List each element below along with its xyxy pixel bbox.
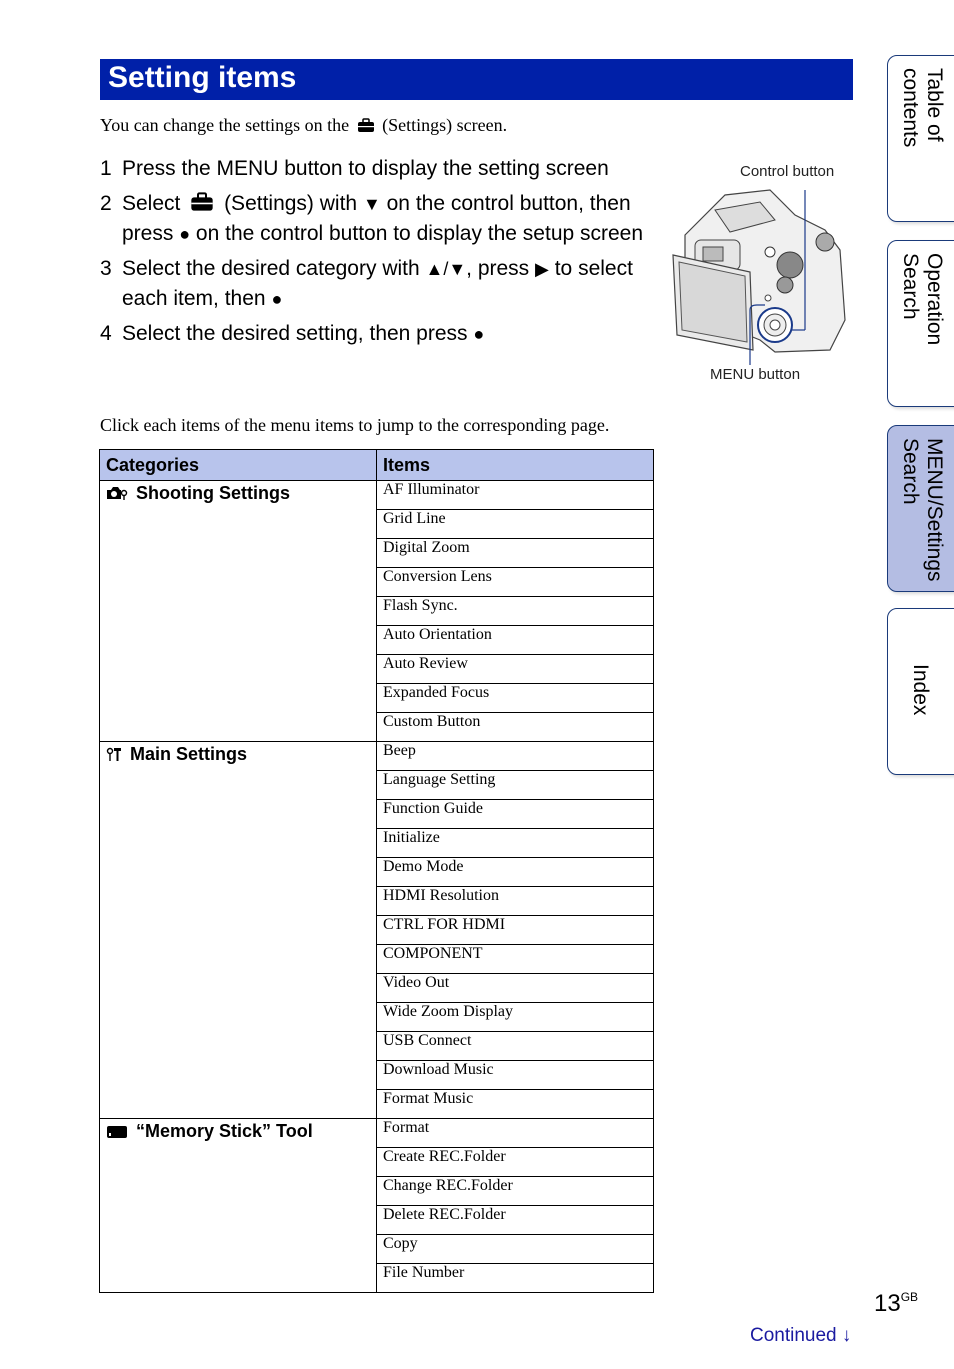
item-link[interactable]: Initialize <box>376 828 654 858</box>
item-link[interactable]: Wide Zoom Display <box>376 1002 654 1032</box>
camera-illustration: Control button MENU button <box>665 160 860 390</box>
table-header-row: Categories Items <box>99 449 654 481</box>
right-arrow-icon: ▶ <box>535 259 549 279</box>
item-link[interactable]: Format Music <box>376 1089 654 1119</box>
item-link[interactable]: Conversion Lens <box>376 567 654 597</box>
item-link[interactable]: Custom Button <box>376 712 654 742</box>
tools-icon <box>106 746 122 767</box>
item-link[interactable]: File Number <box>376 1263 654 1293</box>
item-link[interactable]: Function Guide <box>376 799 654 829</box>
center-button-icon: ● <box>179 224 191 244</box>
item-link[interactable]: Video Out <box>376 973 654 1003</box>
click-note: Click each items of the menu items to ju… <box>100 415 610 435</box>
item-link[interactable]: CTRL FOR HDMI <box>376 915 654 945</box>
settings-briefcase-icon <box>357 118 374 132</box>
step-2: 2 Select (Settings) with ▼ on the contro… <box>100 192 644 245</box>
category-cell[interactable]: Shooting Settings <box>99 480 377 742</box>
camera-settings-icon <box>106 485 128 506</box>
item-link[interactable]: Auto Review <box>376 654 654 684</box>
steps-list: 1 Press the MENU button to display the s… <box>100 154 660 354</box>
column-header-categories: Categories <box>99 449 377 481</box>
center-button-icon: ● <box>473 324 485 344</box>
down-arrow-icon: ↓ <box>841 1325 852 1346</box>
tab-index[interactable]: Index <box>887 608 954 775</box>
item-link[interactable]: Language Setting <box>376 770 654 800</box>
item-link[interactable]: Beep <box>376 741 654 771</box>
item-link[interactable]: USB Connect <box>376 1031 654 1061</box>
memory-card-icon <box>106 1123 128 1144</box>
category-cell[interactable]: Main Settings <box>99 741 377 1119</box>
settings-briefcase-icon <box>191 192 213 211</box>
item-link[interactable]: Digital Zoom <box>376 538 654 568</box>
continued-link[interactable]: Continued ↓ <box>750 1325 851 1347</box>
side-tab-label[interactable]: Operation Search <box>898 253 946 345</box>
step-1: 1 Press the MENU button to display the s… <box>100 157 609 180</box>
item-link[interactable]: Delete REC.Folder <box>376 1205 654 1235</box>
tab-table-of-contents[interactable]: Table of contents <box>887 55 954 222</box>
category-cell[interactable]: “Memory Stick” Tool <box>99 1118 377 1293</box>
page-title: Setting items <box>108 61 297 94</box>
item-link[interactable]: Demo Mode <box>376 857 654 887</box>
item-link[interactable]: AF Illuminator <box>376 480 654 510</box>
side-tab-label[interactable]: MENU/Settings Search <box>898 438 946 582</box>
item-link[interactable]: Download Music <box>376 1060 654 1090</box>
intro-text: You can change the settings on the (Sett… <box>100 115 508 135</box>
table-row: “Memory Stick” Tool Format <box>99 1118 654 1293</box>
title-bar: Setting items <box>100 59 853 100</box>
item-link[interactable]: Format <box>376 1118 654 1148</box>
category-label[interactable]: “Memory Stick” Tool <box>136 1121 313 1141</box>
step-3: 3 Select the desired category with ▲/▼, … <box>100 257 633 310</box>
item-link[interactable]: Flash Sync. <box>376 596 654 626</box>
item-link[interactable]: Copy <box>376 1234 654 1264</box>
side-tab-label[interactable]: Index <box>908 664 932 715</box>
item-link[interactable]: HDMI Resolution <box>376 886 654 916</box>
item-link[interactable]: COMPONENT <box>376 944 654 974</box>
up-down-arrow-icon: ▲/▼ <box>425 259 467 279</box>
category-label[interactable]: Main Settings <box>130 744 247 764</box>
camera-drawing <box>672 189 846 365</box>
settings-table: Categories Items Shooting Settings AF Ill… <box>99 449 654 1293</box>
item-link[interactable]: Expanded Focus <box>376 683 654 713</box>
item-link[interactable]: Auto Orientation <box>376 625 654 655</box>
column-header-items: Items <box>376 449 654 481</box>
step-4: 4 Select the desired setting, then press… <box>100 322 485 345</box>
page-number: 13GB <box>874 1290 919 1317</box>
item-link[interactable]: Create REC.Folder <box>376 1147 654 1177</box>
table-row: Main Settings Beep <box>99 741 654 1119</box>
item-link[interactable]: Grid Line <box>376 509 654 539</box>
center-button-icon: ● <box>271 289 283 309</box>
tab-operation-search[interactable]: Operation Search <box>887 240 954 407</box>
tab-menu-settings-search[interactable]: MENU/Settings Search <box>887 425 954 592</box>
category-label[interactable]: Shooting Settings <box>136 483 290 503</box>
item-link[interactable]: Change REC.Folder <box>376 1176 654 1206</box>
side-tab-label[interactable]: Table of contents <box>898 68 946 147</box>
down-arrow-icon: ▼ <box>362 194 381 214</box>
table-row: Shooting Settings AF Illuminator <box>99 480 654 742</box>
